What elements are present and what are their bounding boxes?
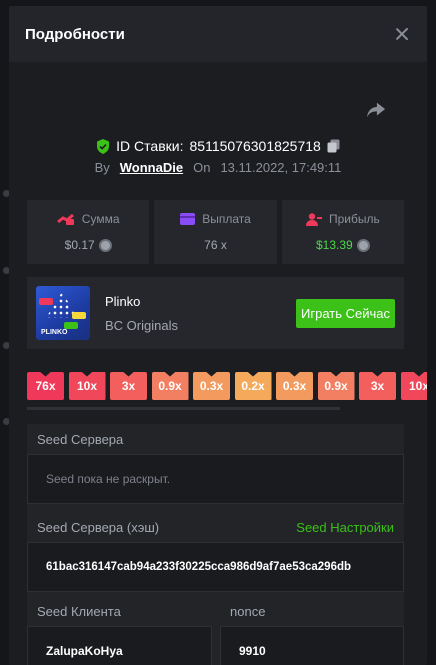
stat-profit-value: $13.39 <box>315 238 353 252</box>
verified-shield-icon <box>97 138 110 154</box>
multiplier-chip: 76x <box>27 372 64 400</box>
server-seed-hash-field: 61bac316147cab94a233f30225cca986d9af7ae5… <box>27 542 404 592</box>
bet-datetime: 13.11.2022, 17:49:11 <box>220 160 342 175</box>
multiplier-chip: 10x <box>68 372 106 400</box>
modal-header: Подробности <box>9 6 427 62</box>
multiplier-scrollbar[interactable] <box>27 407 340 410</box>
multiplier-chip: 0.3x <box>193 372 230 400</box>
coin-icon <box>356 238 370 252</box>
multiplier-chip: 3x <box>110 372 147 400</box>
share-icon[interactable] <box>365 100 387 120</box>
bet-author-row: By WonnaDie On 13.11.2022, 17:49:11 <box>9 160 427 175</box>
multiplier-chip: 3x <box>359 372 396 400</box>
multiplier-chip: 0.2x <box>234 372 272 400</box>
stat-payout-label: Выплата <box>202 212 251 226</box>
username-link[interactable]: WonnaDie <box>120 160 183 175</box>
bet-id-label: ID Ставки: <box>116 138 184 154</box>
stat-amount: Сумма $0.17 <box>27 200 150 264</box>
on-label: On <box>193 160 211 175</box>
stat-profit: Прибыль $13.39 <box>281 200 404 264</box>
by-label: By <box>94 160 110 175</box>
stat-payout-value: 76 x <box>204 238 227 252</box>
plinko-thumbnail[interactable]: PLINKO <box>36 286 90 340</box>
close-icon[interactable] <box>393 25 411 43</box>
client-seed-field: ZalupaKoHya <box>27 626 212 665</box>
server-seed-hash-label: Seed Сервера (хэш) <box>37 520 160 535</box>
server-seed-field: Seed пока не раскрыт. <box>27 454 404 504</box>
coin-icon <box>98 238 112 252</box>
stat-profit-label: Прибыль <box>328 212 380 226</box>
multiplier-chip: 10x <box>400 372 427 400</box>
profit-user-icon <box>305 212 322 226</box>
stat-amount-value: $0.17 <box>64 238 95 252</box>
payout-wallet-icon <box>180 213 196 225</box>
game-card: PLINKO Plinko BC Originals Играть Сейчас <box>27 277 404 349</box>
stat-amount-label: Сумма <box>81 212 120 226</box>
scrollbar-thumb[interactable] <box>27 407 340 410</box>
multiplier-chip: 0.3x <box>276 372 313 400</box>
nonce-label: nonce <box>230 604 266 619</box>
server-seed-hash-section: Seed Сервера (хэш) Seed Настройки 61bac3… <box>27 512 404 596</box>
server-seed-section: Seed Сервера Seed пока не раскрыт. <box>27 424 404 512</box>
copy-icon[interactable] <box>327 139 340 153</box>
bet-id-value: 85115076301825718 <box>189 138 321 154</box>
game-provider: BC Originals <box>105 317 178 333</box>
bet-stats: Сумма $0.17 Выплата 76 x Прибыль $13.39 <box>27 200 404 264</box>
multiplier-chip: 0.9x <box>151 372 189 400</box>
server-seed-label: Seed Сервера <box>37 432 124 447</box>
modal-title: Подробности <box>25 25 125 43</box>
seed-settings-link[interactable]: Seed Настройки <box>296 520 394 535</box>
bet-details-modal: Подробности ID Ставки: 85115076301825718… <box>9 6 427 665</box>
multiplier-row[interactable]: 76x 10x 3x 0.9x 0.3x 0.2x 0.3x 0.9x 3x 10x <box>27 372 427 406</box>
client-seed-label: Seed Клиента <box>37 604 121 619</box>
thumbnail-label: PLINKO <box>41 329 68 336</box>
client-seed-section: Seed Клиента nonce ZalupaKoHya 9910 <box>27 596 404 665</box>
stat-payout: Выплата 76 x <box>154 200 277 264</box>
bet-amount-icon <box>56 213 74 225</box>
nonce-field: 9910 <box>220 626 404 665</box>
game-name: Plinko <box>105 293 141 309</box>
play-now-button[interactable]: Играть Сейчас <box>296 298 395 328</box>
multiplier-chip: 0.9x <box>317 372 355 400</box>
bet-id-row: ID Ставки: 85115076301825718 <box>9 138 427 154</box>
